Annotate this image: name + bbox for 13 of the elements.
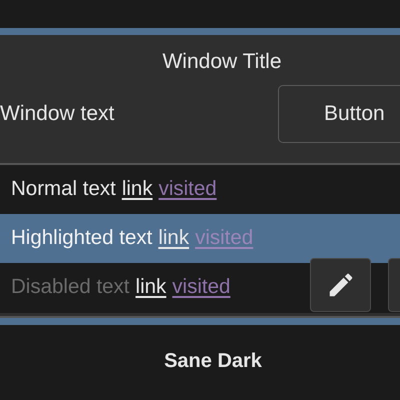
visited-link[interactable]: visited: [158, 174, 217, 205]
visited-link[interactable]: visited: [172, 272, 230, 303]
link[interactable]: link: [136, 272, 166, 303]
window-title: Window Title: [161, 49, 283, 75]
highlighted-text: Highlighted text: [11, 225, 152, 252]
link[interactable]: link: [122, 174, 153, 205]
normal-text: Normal text: [11, 176, 116, 202]
disabled-text: Disabled text: [11, 274, 130, 300]
window-text: Window text: [0, 101, 114, 128]
link[interactable]: link: [158, 223, 190, 254]
color-scheme-name: Sane Dark: [164, 350, 262, 372]
button[interactable]: Button: [278, 85, 400, 143]
edit-button[interactable]: [310, 258, 371, 312]
